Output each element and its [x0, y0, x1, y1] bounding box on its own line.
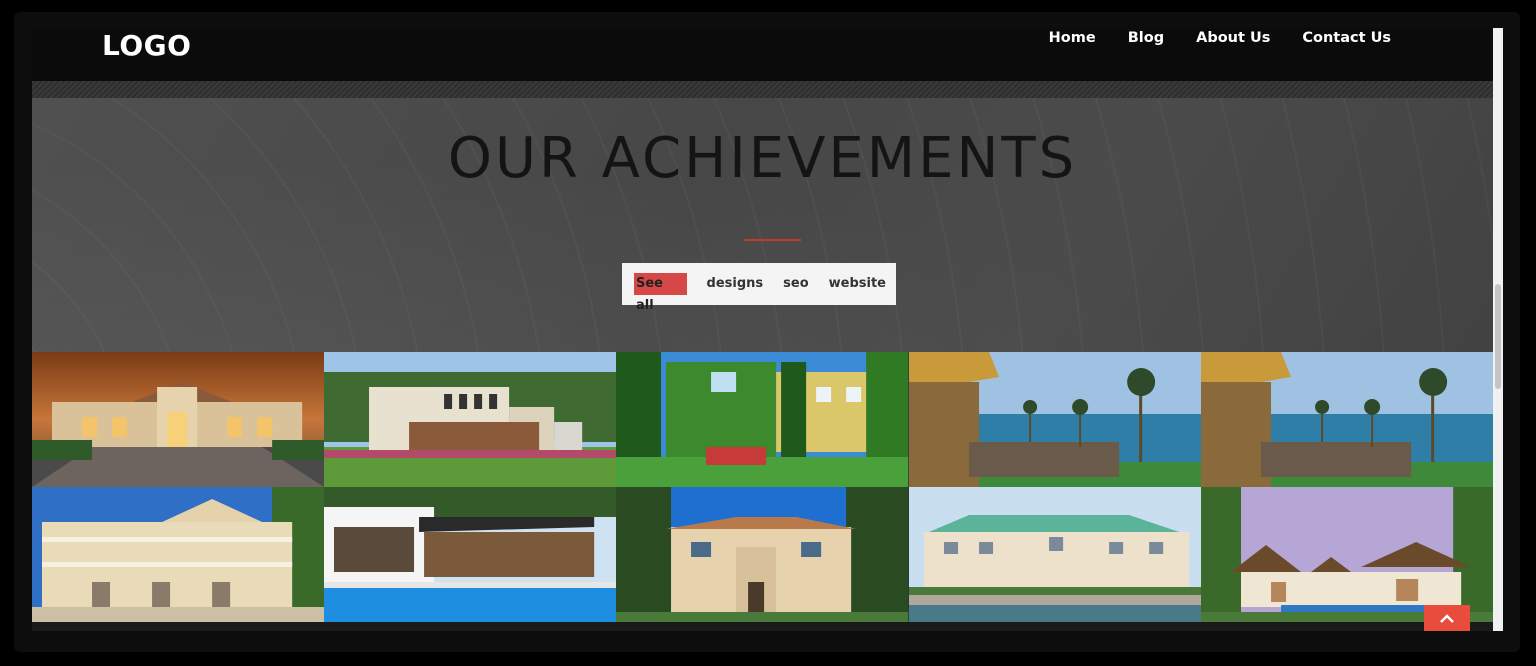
site-logo[interactable]: LOGO — [102, 29, 191, 62]
portfolio-filter: See all designs seo website — [622, 263, 896, 313]
main-nav: Home Blog About Us Contact Us — [1033, 28, 1407, 48]
filter-designs[interactable]: designs — [697, 273, 774, 295]
gallery-tile-waterfront-green-roof-house[interactable] — [908, 487, 1201, 622]
gallery-tile-beige-two-story-home[interactable] — [616, 487, 909, 622]
page-footer-edge — [32, 622, 1493, 631]
filter-website[interactable]: website — [819, 273, 896, 295]
back-to-top-button[interactable] — [1424, 605, 1470, 631]
gallery-tile-modern-cube-house[interactable] — [324, 352, 617, 487]
gallery-tile-tropical-thatched-villa[interactable] — [1200, 487, 1493, 622]
site-header: LOGO Home Blog About Us Contact Us — [32, 28, 1493, 81]
filter-seo[interactable]: seo — [773, 273, 819, 295]
header-divider — [32, 81, 1493, 98]
scrollbar-thumb[interactable] — [1495, 284, 1501, 389]
gallery-tile-mansion-sunset[interactable] — [32, 352, 325, 487]
chevron-up-icon — [1440, 614, 1454, 623]
section-title: OUR ACHIEVEMENTS — [447, 126, 1078, 191]
gallery-tile-white-mediterranean-villa[interactable] — [32, 487, 325, 622]
browser-viewport: LOGO Home Blog About Us Contact Us OUR A… — [32, 28, 1493, 631]
gallery-tile-resort-ocean-palms-2[interactable] — [1200, 352, 1493, 487]
achievements-hero: OUR ACHIEVEMENTS See all designs seo web… — [32, 98, 1493, 352]
page-scrollbar[interactable] — [1493, 28, 1503, 631]
nav-about-us[interactable]: About Us — [1180, 28, 1286, 48]
gallery-tile-resort-ocean-palms[interactable] — [908, 352, 1201, 487]
filter-see-all[interactable]: See all — [634, 273, 687, 313]
nav-home[interactable]: Home — [1033, 28, 1112, 48]
nav-blog[interactable]: Blog — [1112, 28, 1180, 48]
nav-contact-us[interactable]: Contact Us — [1286, 28, 1407, 48]
gallery-tile-modern-pool-house[interactable] — [324, 487, 617, 622]
portfolio-gallery — [32, 352, 1493, 622]
title-underline — [744, 239, 801, 241]
gallery-tile-ivy-covered-villa[interactable] — [616, 352, 909, 487]
